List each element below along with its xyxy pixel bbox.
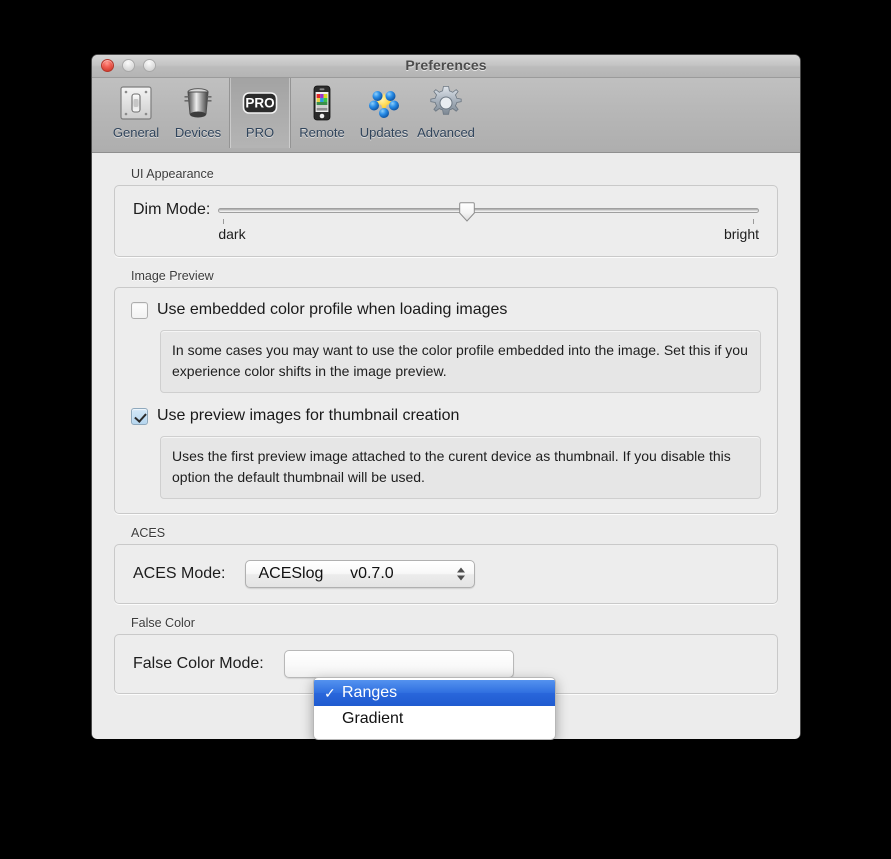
spheres-star-icon: [362, 82, 406, 124]
dim-mode-row: Dim Mode: dark bright: [133, 200, 759, 244]
stepper-arrows-icon[interactable]: [457, 567, 466, 581]
row-spacer: [131, 393, 761, 407]
aces-mode-select[interactable]: ACESlog v0.7.0: [245, 560, 476, 588]
description-text: In some cases you may want to use the co…: [172, 342, 748, 379]
checkbox-color-profile[interactable]: [131, 301, 148, 319]
pro-badge-icon: PRO: [238, 82, 282, 124]
aces-mode-value: ACESlog v0.7.0: [258, 565, 394, 582]
toolbar-tab-advanced[interactable]: Advanced: [415, 78, 477, 148]
device-cylinder-icon: [176, 82, 220, 124]
slider-label-dark: dark: [218, 226, 246, 242]
window-title: Preferences: [405, 57, 487, 73]
aces-mode-label: ACES Mode:: [133, 565, 226, 582]
screen: Preferences General Devices PRO PRO Remo…: [0, 0, 891, 859]
false-color-mode-menu[interactable]: ✓ Ranges Gradient: [313, 677, 556, 740]
chevron-up-icon: [457, 567, 466, 573]
false-color-mode-row: False Color Mode:: [133, 650, 759, 678]
slider-tick-right: [753, 219, 754, 224]
description-color-profile: In some cases you may want to use the co…: [160, 330, 761, 393]
menu-item-label: Ranges: [342, 684, 398, 701]
checkbox-label-preview-thumbnail: Use preview images for thumbnail creatio…: [157, 407, 460, 424]
toolbar-tab-general[interactable]: General: [105, 78, 167, 148]
toolbar-tab-label: General: [112, 125, 160, 140]
section-ui-appearance: UI Appearance Dim Mode: dark bright: [114, 167, 778, 257]
checkbox-row-preview-thumbnail[interactable]: Use preview images for thumbnail creatio…: [131, 407, 761, 425]
description-preview-thumbnail: Uses the first preview image attached to…: [160, 436, 761, 499]
preferences-content: UI Appearance Dim Mode: dark bright Imag…: [92, 153, 800, 739]
phone-colorchart-icon: [300, 82, 344, 124]
window-titlebar: Preferences: [92, 55, 800, 78]
menu-item-ranges[interactable]: ✓ Ranges: [314, 680, 555, 706]
description-text: Uses the first preview image attached to…: [172, 448, 731, 485]
preferences-window: Preferences General Devices PRO PRO Remo…: [92, 55, 800, 739]
toolbar-tab-remote[interactable]: Remote: [291, 78, 353, 148]
svg-text:PRO: PRO: [245, 96, 274, 111]
toolbar-tab-pro[interactable]: PRO PRO: [229, 78, 291, 148]
check-icon: ✓: [324, 684, 336, 701]
aces-mode-row: ACES Mode: ACESlog v0.7.0: [133, 560, 759, 588]
dim-mode-label: Dim Mode:: [133, 201, 211, 218]
ui-appearance-box: Dim Mode: dark bright: [114, 185, 778, 257]
false-color-mode-label: False Color Mode:: [133, 655, 264, 672]
slider-knob[interactable]: [459, 202, 476, 222]
toolbar-tab-label: PRO: [245, 125, 275, 140]
switch-plate-icon: [114, 82, 158, 124]
toolbar-tab-label: Updates: [359, 125, 409, 140]
section-image-preview: Image Preview Use embedded color profile…: [114, 269, 778, 514]
slider-label-bright: bright: [723, 226, 759, 242]
menu-item-label: Gradient: [342, 710, 404, 727]
toolbar-tab-devices[interactable]: Devices: [167, 78, 229, 148]
checkbox-preview-thumbnail[interactable]: [131, 407, 148, 425]
toolbar-tab-label: Devices: [174, 125, 222, 140]
checkbox-row-color-profile[interactable]: Use embedded color profile when loading …: [131, 301, 761, 319]
slider-tick-left: [223, 219, 225, 224]
toolbar-tab-label: Remote: [299, 125, 345, 140]
section-aces: ACES ACES Mode: ACESlog v0.7.0: [114, 526, 778, 604]
slider-track[interactable]: [218, 208, 759, 213]
group-label-aces: ACES: [131, 526, 166, 540]
group-label-ui-appearance: UI Appearance: [131, 167, 214, 181]
toolbar-tab-updates[interactable]: Updates: [353, 78, 415, 148]
preferences-toolbar: General Devices PRO PRO Remote Updates A…: [92, 78, 800, 153]
dim-mode-slider[interactable]: dark bright: [218, 200, 759, 244]
false-color-mode-select[interactable]: [283, 650, 514, 678]
toolbar-tab-label: Advanced: [417, 125, 475, 140]
aces-box: ACES Mode: ACESlog v0.7.0: [114, 544, 778, 604]
group-label-image-preview: Image Preview: [131, 269, 214, 283]
group-label-false-color: False Color: [131, 616, 195, 630]
chevron-down-icon: [457, 575, 466, 581]
gear-icon: [424, 82, 468, 124]
menu-item-gradient[interactable]: Gradient: [314, 706, 555, 732]
image-preview-box: Use embedded color profile when loading …: [114, 287, 778, 514]
checkbox-label-color-profile: Use embedded color profile when loading …: [157, 301, 508, 318]
